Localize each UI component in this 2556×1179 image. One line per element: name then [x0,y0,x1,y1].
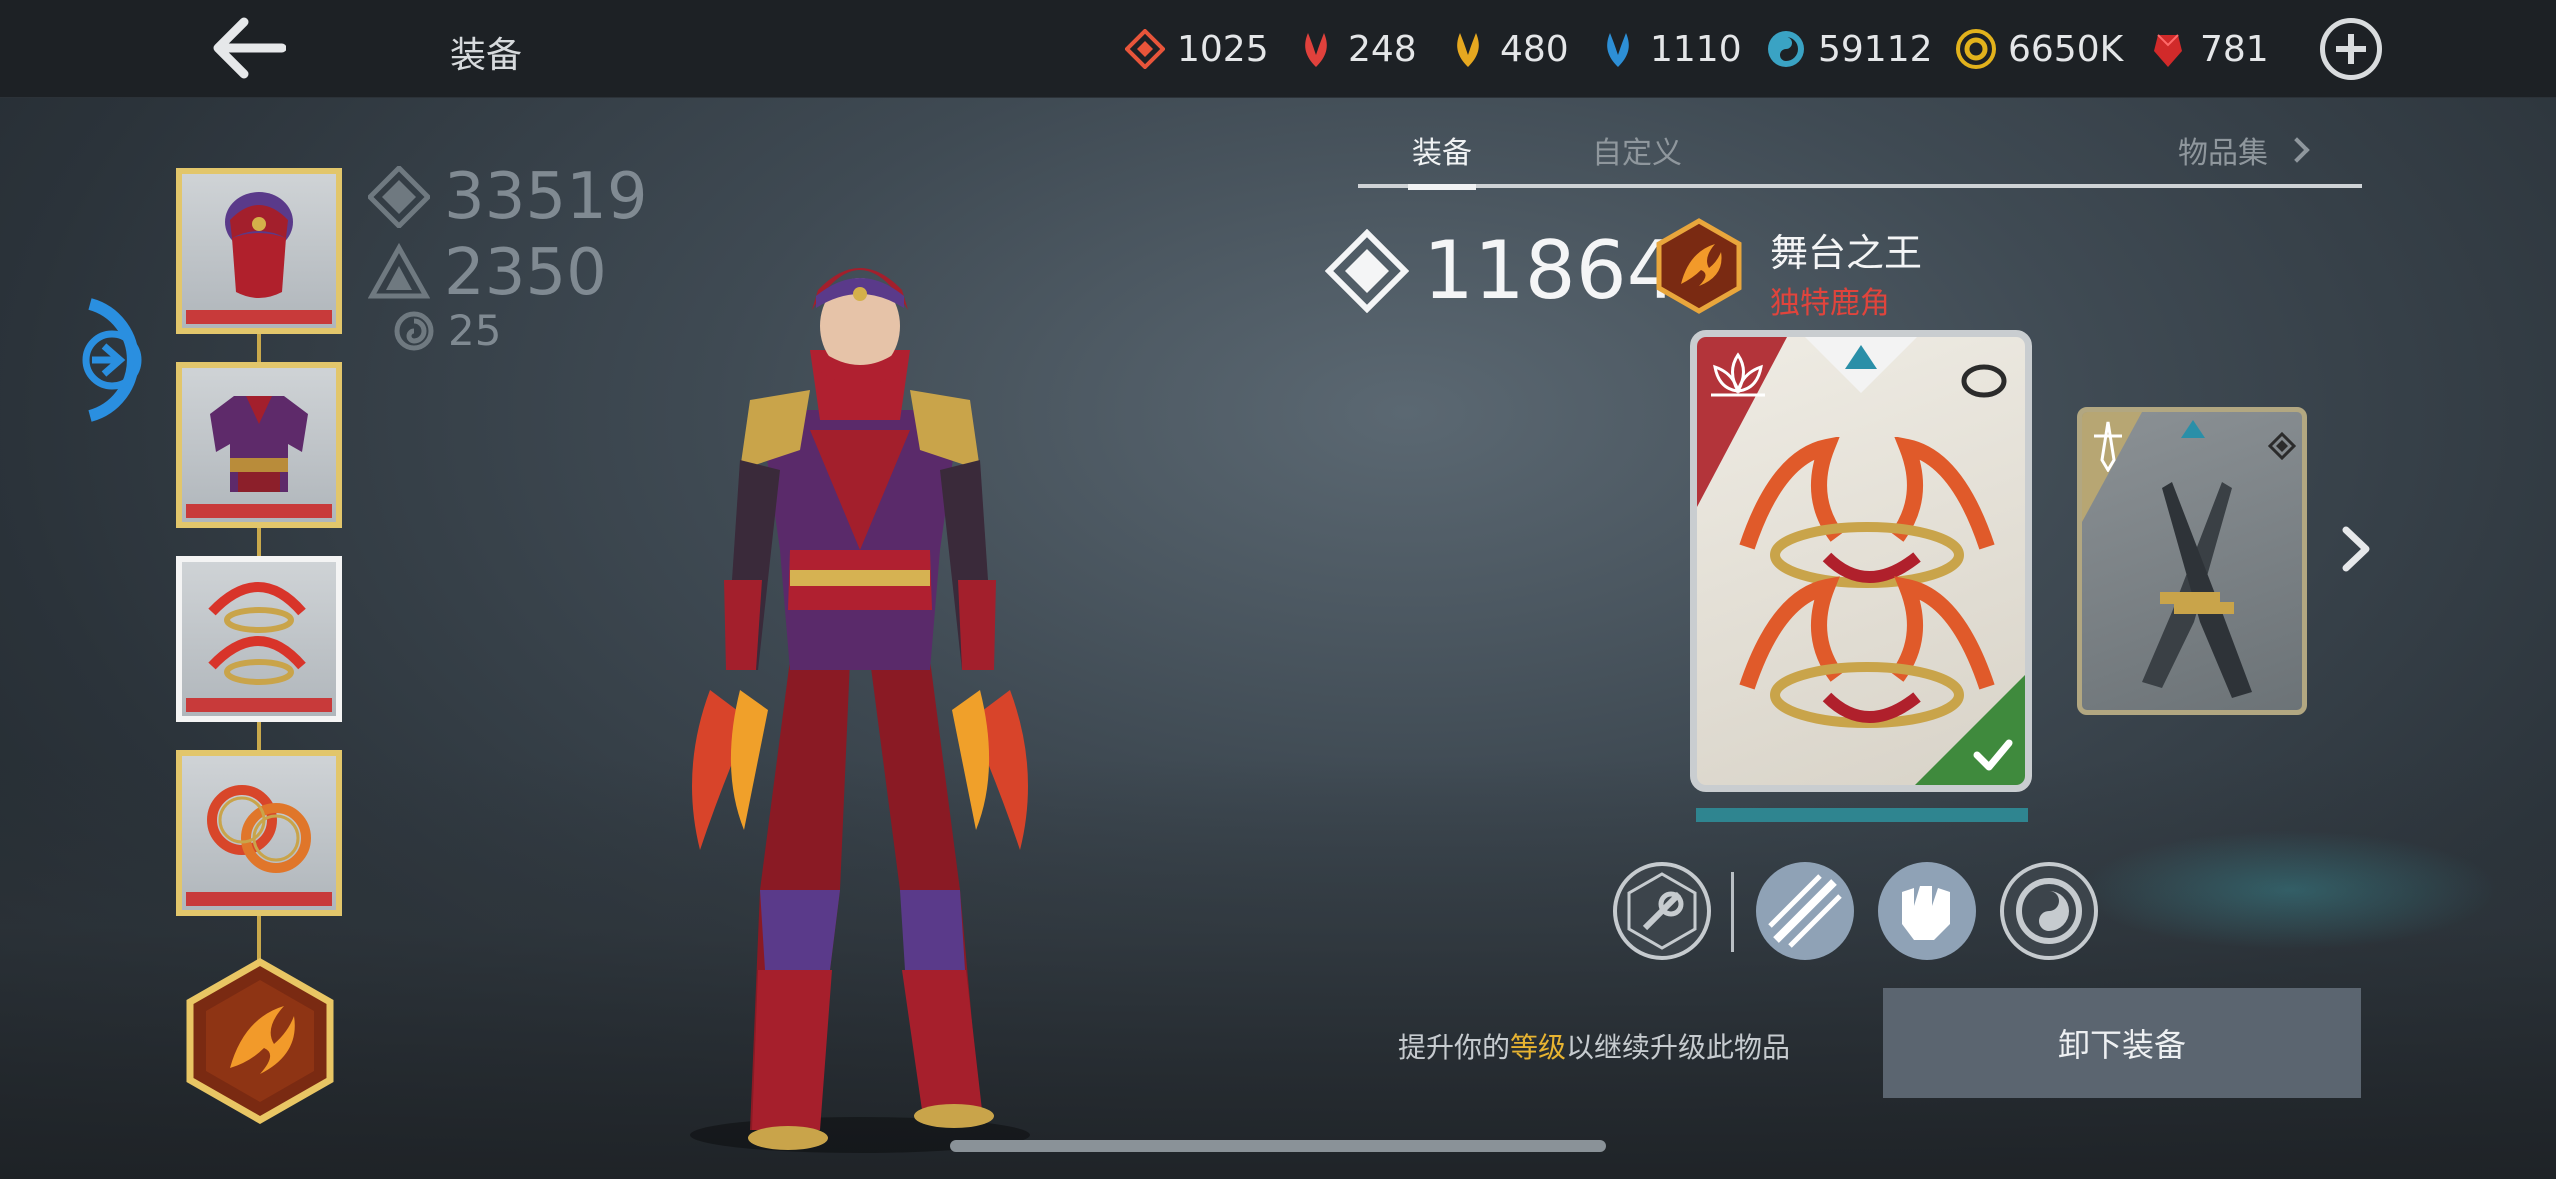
top-bar: 装备 1025 248 480 1110 59112 6650K 781 [0,0,2556,98]
twin-daggers-icon [2142,482,2252,698]
upgrade-hint: 提升你的等级以继续升级此物品 [1398,1026,1790,1066]
resource-value: 6650K [2008,28,2124,70]
helmet-icon [225,192,293,298]
resource-gold-crystal[interactable]: 480 [1448,24,1569,74]
skill-fists[interactable] [1878,862,1976,960]
swirl-icon [2016,878,2082,944]
swirl-token-icon [1768,31,1804,67]
slot-bar [186,504,332,518]
lotus-icon [1711,352,1765,397]
item-tabs: 装备 自定义 物品集 [1358,120,2362,190]
tier-triangle-icon [2181,420,2205,438]
slash-strike-icon [1768,874,1842,948]
expand-panel-icon[interactable] [80,296,160,424]
gold-crystal-icon [1457,33,1479,67]
background-floor [0,759,2556,1179]
item-name: 舞台之王 [1770,231,1923,275]
resource-gold-coin[interactable]: 6650K [1956,24,2123,74]
slot-weapon[interactable] [176,556,342,722]
back-arrow-icon[interactable] [210,14,286,82]
level-stat: 25 [394,306,501,355]
item-rarity: 独特鹿角 [1770,286,1890,321]
diamond-slot-icon [2268,432,2296,460]
ring-slot-icon [1961,364,2007,398]
resource-value: 1025 [1177,28,1269,70]
hint-suffix: 以继续升级此物品 [1566,1031,1791,1064]
skill-slash[interactable] [1756,862,1854,960]
crossed-weapon-icon [1627,872,1697,950]
tab-equipment[interactable]: 装备 [1408,128,1476,190]
blue-crystal-icon [1607,33,1629,67]
hint-prefix: 提升你的 [1398,1031,1511,1064]
tab-collection[interactable]: 物品集 [2178,128,2310,172]
slot-helmet[interactable] [176,168,342,334]
checkmark-icon [1973,739,2013,771]
resource-red-diamond[interactable]: 1025 [1125,24,1269,74]
level-value: 25 [448,306,502,355]
chevron-right-icon[interactable] [2336,524,2376,574]
card-selection-bar [1696,808,2028,822]
armor-icon [210,396,308,492]
skill-divider [1731,872,1734,952]
level-swirl-icon [394,311,434,350]
defense-value: 2350 [444,236,607,310]
tab-custom[interactable]: 自定义 [1592,128,1682,172]
power-stat: 33519 [368,160,648,234]
slot-bar [186,698,332,712]
resource-value: 1110 [1650,28,1742,70]
defense-triangle-icon [368,242,430,299]
power-value: 33519 [444,160,648,234]
power-diamond-icon [1325,228,1409,313]
defense-stat: 2350 [368,236,607,310]
slot-bar [186,310,332,324]
resource-swirl-token[interactable]: 59112 [1766,24,1933,74]
claw-weapon-icon [208,582,306,685]
resource-value: 480 [1500,28,1569,70]
background-glow [2080,830,2500,950]
page-title: 装备 [450,35,523,76]
chakram-icon [207,785,311,873]
chevron-right-icon [2284,137,2310,163]
resource-value: 781 [2200,28,2269,70]
ruby-gem-icon [2154,34,2182,67]
resource-value: 248 [1348,28,1417,70]
skill-swirl[interactable] [2000,862,2098,960]
slot-armor[interactable] [176,362,342,528]
phoenix-emblem-icon [1656,218,1742,314]
slot-ranged[interactable] [176,750,342,916]
resource-value: 59112 [1818,28,1933,70]
item-power-value: 11864 [1423,224,1678,317]
hint-highlight: 等级 [1510,1031,1567,1064]
red-diamond-icon [1125,29,1165,69]
power-diamond-icon [368,166,430,228]
tier-triangle-icon [1805,337,1917,393]
alternate-item-card[interactable] [2077,407,2307,715]
item-power: 11864 [1325,224,1678,317]
add-currency-button[interactable] [2320,18,2382,80]
phoenix-emblem-icon[interactable] [184,958,336,1124]
home-indicator[interactable] [950,1140,1606,1152]
resource-red-crystal[interactable]: 248 [1296,24,1417,74]
gold-coin-icon [1956,29,1996,69]
fist-icon [1902,886,1950,940]
slot-bar [186,892,332,906]
resource-blue-crystal[interactable]: 1110 [1598,24,1742,74]
tab-collection-label: 物品集 [2178,136,2268,171]
character-model[interactable] [640,250,1080,1160]
resource-ruby-gem[interactable]: 781 [2148,24,2269,74]
unequip-button[interactable]: 卸下装备 [1883,988,2361,1098]
equipped-item-card[interactable] [1690,330,2032,792]
skill-slot-locked[interactable] [1613,862,1711,960]
red-crystal-icon [1305,33,1327,67]
